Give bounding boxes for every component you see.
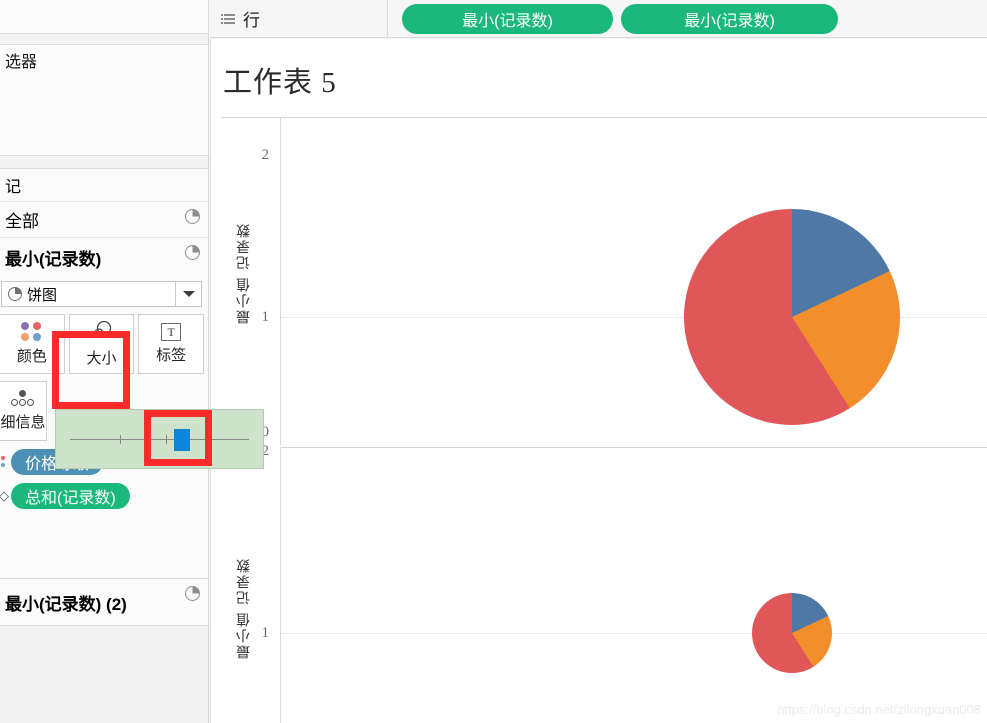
size-slider-tick [120, 435, 121, 444]
worksheet-view: 工作表 5 2 1 0 最小值 记录数 2 1 最小值 记录数 https:// [210, 39, 987, 723]
grip-icon [221, 13, 235, 24]
filters-card: 选器 [0, 44, 209, 156]
size-circles-icon [89, 320, 115, 344]
marks-row-min-label: 最小(记录数) [5, 250, 102, 269]
rows-shelf-label: 行 [210, 0, 388, 38]
panel-divider [281, 447, 987, 448]
chevron-down-icon [182, 291, 195, 297]
y-axis-line-top [280, 117, 281, 445]
detail-dots-icon [10, 390, 36, 408]
page-title: 工作表 5 [223, 67, 337, 99]
marks-row-min[interactable]: 最小(记录数) [0, 237, 208, 277]
marks-card-title-label: 记 [5, 179, 22, 196]
shelf-pill-min-records-2[interactable]: 最小(记录数) [621, 3, 838, 34]
label-button-label: 标签 [156, 347, 187, 364]
y-axis-title: 最小值 记录数 [235, 557, 251, 659]
angle-icon: ◇ [0, 488, 9, 503]
left-sidebar: 选器 记 全部 最小(记录数) 饼图 颜色 大小 T 标签 细信息 ◇ 总和(记… [0, 0, 209, 723]
y-tick-label: 2 [261, 147, 270, 163]
marks-secondary-label: 最小(记录数) (2) [5, 594, 127, 614]
color-dots-icon [0, 451, 11, 473]
size-button[interactable]: 大小 [68, 314, 135, 374]
rows-shelf-label-text: 行 [243, 11, 260, 30]
gridline [281, 633, 987, 634]
pie-icon [185, 209, 200, 224]
label-text-icon: T [161, 323, 182, 341]
mark-type-selector[interactable]: 饼图 [1, 281, 202, 307]
mark-type-label: 饼图 [27, 286, 58, 304]
shelf-pill-min-records-1[interactable]: 最小(记录数) [402, 3, 613, 34]
color-button[interactable]: 颜色 [0, 314, 65, 374]
filters-card-title: 选器 [0, 45, 208, 75]
marks-row-all-label: 全部 [5, 212, 39, 231]
marks-card-secondary: 最小(记录数) (2) [0, 578, 209, 626]
size-slider-popup[interactable] [55, 409, 264, 469]
size-button-label: 大小 [86, 350, 117, 367]
marks-buttons-row: 颜色 大小 T 标签 [0, 314, 205, 374]
pages-card [0, 0, 209, 34]
rows-shelf: 行 最小(记录数) 最小(记录数) [210, 0, 987, 38]
rows-shelf-pills: 最小(记录数) 最小(记录数) [388, 3, 838, 34]
app-root: 选器 记 全部 最小(记录数) 饼图 颜色 大小 T 标签 细信息 ◇ 总和(记… [0, 0, 987, 723]
size-slider-handle[interactable] [174, 429, 190, 451]
pie-icon [185, 245, 200, 260]
pie-chart-large[interactable] [684, 209, 900, 425]
pie-icon [8, 287, 22, 301]
watermark: https://blog.csdn.net/zilongxuan008 [777, 702, 981, 717]
marks-pill-sum-records[interactable]: 总和(记录数) [11, 483, 130, 509]
plot-top-line [281, 117, 987, 118]
axis-header-line [221, 117, 281, 118]
marks-card-title: 记 [0, 169, 208, 201]
y-axis-line-bottom [280, 447, 281, 723]
size-slider-track[interactable] [70, 439, 249, 440]
detail-button[interactable]: 细信息 [0, 381, 47, 441]
color-dots-icon [20, 322, 43, 342]
pie-icon [185, 586, 200, 601]
mark-type-dropdown-button[interactable] [175, 282, 201, 306]
y-axis-title: 最小值 记录数 [235, 222, 251, 324]
size-slider-tick [166, 435, 167, 444]
color-button-label: 颜色 [16, 348, 47, 365]
detail-button-label: 细信息 [0, 414, 46, 431]
pie-chart-small[interactable] [752, 593, 832, 673]
label-button[interactable]: T 标签 [138, 314, 205, 374]
marks-pill-row-angle: ◇ 总和(记录数) [0, 483, 208, 509]
plot-area: 2 1 0 最小值 记录数 2 1 最小值 记录数 [211, 117, 987, 723]
marks-row-all[interactable]: 全部 [0, 201, 208, 237]
marks-card: 记 全部 最小(记录数) 饼图 颜色 大小 T 标签 细信息 ◇ 总和(记录数) [0, 168, 209, 618]
marks-secondary-row[interactable]: 最小(记录数) (2) [0, 579, 208, 625]
